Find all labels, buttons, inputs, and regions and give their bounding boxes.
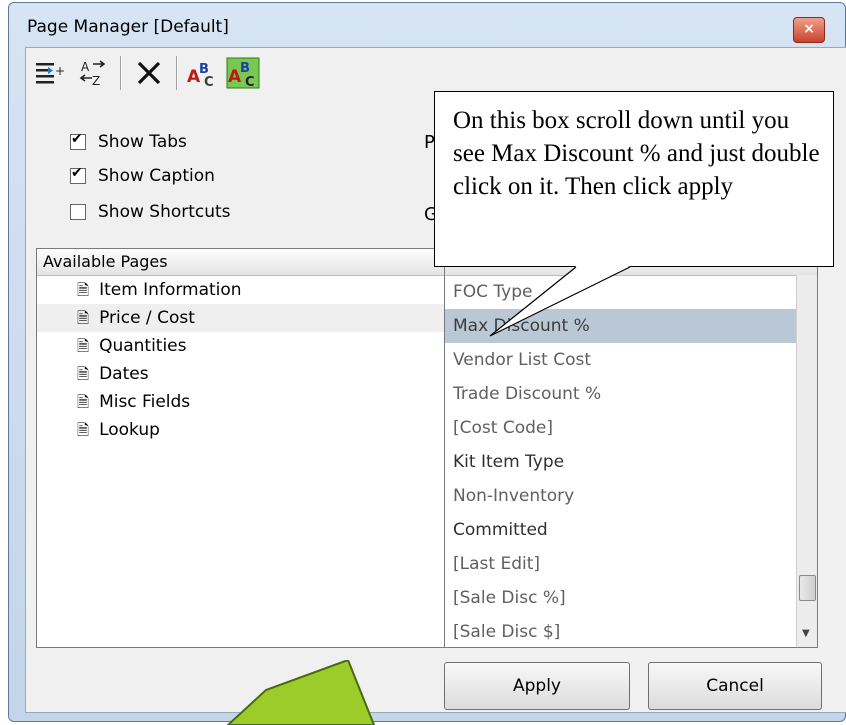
show-caption-label: Show Caption [98,166,215,186]
list-item[interactable]: [Cost Code] [445,411,797,445]
available-pages-header[interactable]: Available Pages [37,249,451,276]
show-caption-checkbox[interactable]: Show Caption [70,165,215,186]
button-bar: Apply Cancel [26,658,846,712]
document-icon: 🗎 [77,393,90,411]
list-item[interactable]: [Sale Disc %] [445,581,797,615]
list-item[interactable]: Trade Discount % [445,377,797,411]
scrollbar-thumb[interactable] [799,575,816,601]
show-shortcuts-checkbox[interactable]: Show Shortcuts [70,202,231,222]
scroll-down-arrow-icon[interactable]: ▼ [802,628,810,639]
checkbox-checked-icon [70,131,86,150]
svg-text:A: A [81,60,90,74]
tree-item[interactable]: 🗎 Dates [37,360,451,388]
callout-pointer [489,266,631,337]
svg-text:C: C [204,75,214,88]
show-tabs-label: Show Tabs [98,132,187,152]
tree-item[interactable]: 🗎 Quantities [37,332,451,360]
list-item[interactable]: Committed [445,513,797,547]
toolbar-separator [176,56,178,90]
callout-text: On this box scroll down until you see Ma… [453,107,820,200]
list-item[interactable]: [Sale Disc $] [445,615,797,647]
svg-text:Z: Z [92,74,100,88]
spellcheck-icon[interactable]: A B C [224,54,262,92]
tree-item[interactable]: 🗎 Price / Cost [37,304,451,332]
insert-page-icon[interactable]: + [30,54,68,92]
vertical-scrollbar[interactable]: ▼ [796,275,817,647]
checkbox-checked-icon [70,165,86,184]
close-button[interactable]: × [793,17,825,43]
document-icon: 🗎 [77,309,90,327]
sort-az-icon[interactable]: A Z [74,54,112,92]
delete-icon[interactable] [130,54,168,92]
green-arrow-icon [226,660,376,725]
window-title: Page Manager [Default] [27,17,229,37]
document-icon: 🗎 [77,337,90,355]
list-item[interactable]: Vendor List Cost [445,343,797,377]
apply-button[interactable]: Apply [444,662,630,710]
show-shortcuts-label: Show Shortcuts [98,202,231,222]
checkbox-unchecked-icon [70,204,86,220]
list-item[interactable]: Kit Item Type [445,445,797,479]
toolbar-separator [120,56,122,90]
tree-item[interactable]: 🗎 Lookup [37,416,451,444]
tree-item[interactable]: 🗎 Misc Fields [37,388,451,416]
cancel-button[interactable]: Cancel [648,662,822,710]
document-icon: 🗎 [77,365,90,383]
document-icon: 🗎 [77,421,90,439]
rename-icon[interactable]: A B C [184,54,222,92]
list-item[interactable]: [Last Edit] [445,547,797,581]
available-pages-tree[interactable]: Available Pages 🗎 Item Information 🗎 Price… [36,248,452,648]
title-bar: Page Manager [Default] × [27,17,825,47]
svg-text:+: + [55,64,64,78]
document-icon: 🗎 [77,281,90,299]
svg-text:B: B [240,61,250,76]
show-tabs-checkbox[interactable]: Show Tabs [70,131,187,152]
instruction-callout: On this box scroll down until you see Ma… [434,91,834,267]
list-item[interactable]: Non-Inventory [445,479,797,513]
svg-text:C: C [245,75,255,89]
tree-item[interactable]: 🗎 Item Information [37,276,451,304]
